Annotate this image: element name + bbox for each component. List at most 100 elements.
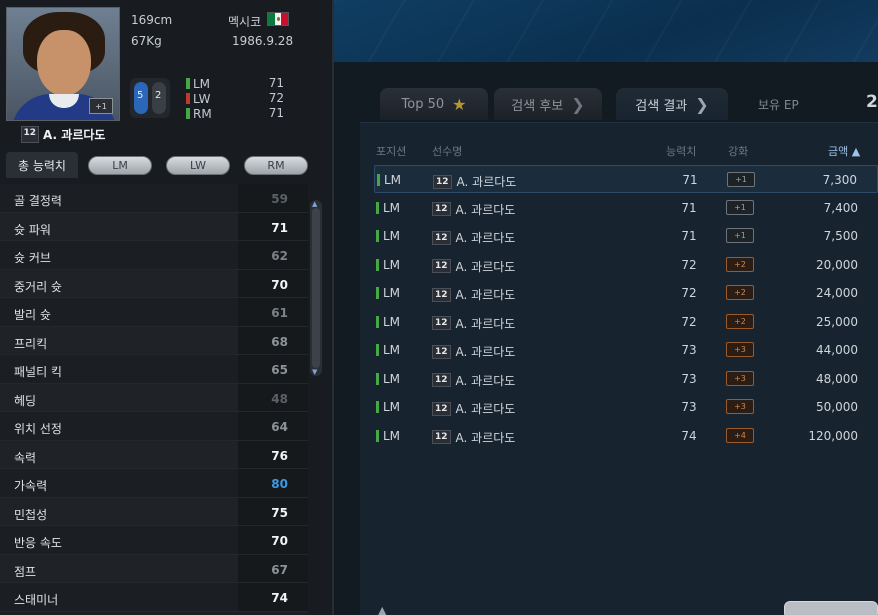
stat-row: 위치 선정 64 — [0, 412, 308, 441]
position-color-bar — [376, 372, 379, 385]
row-player: 12 A. 과르다도 — [432, 315, 515, 332]
player-nation: 멕시코 — [228, 15, 262, 29]
col-position[interactable]: 포지션 — [376, 143, 406, 159]
season-badge: 12 — [432, 373, 451, 387]
position-color-bar — [376, 258, 379, 271]
tab-rm[interactable]: RM — [244, 156, 308, 175]
stat-row: 가속력 80 — [0, 469, 308, 498]
table-row[interactable]: LM 12 A. 과르다도 73 +3 44,000 — [374, 336, 878, 364]
stat-label: 골 결정력 — [14, 194, 62, 208]
bottom-right-button[interactable] — [784, 601, 878, 615]
table-row[interactable]: LM 12 A. 과르다도 72 +2 24,000 — [374, 279, 878, 307]
position-value: 71 — [268, 106, 284, 120]
tab-top50-label: Top 50 — [401, 96, 445, 112]
stats-scrollbar[interactable]: ▲ ▼ — [310, 200, 322, 376]
tab-search-results[interactable]: 검색 결과 ❯ — [616, 88, 728, 120]
scroll-up-icon[interactable]: ▲ — [312, 200, 317, 208]
row-player-name: A. 과르다도 — [455, 402, 516, 416]
row-ovr: 71 — [681, 200, 697, 215]
stat-row: 스태미너 74 — [0, 583, 308, 612]
row-player: 12 A. 과르다도 — [432, 429, 515, 446]
row-player-name: A. 과르다도 — [455, 288, 516, 302]
col-price-sort[interactable]: 금액 ▲ — [828, 143, 860, 159]
tab-top50[interactable]: Top 50 ★ — [380, 88, 488, 120]
table-row[interactable]: LM 12 A. 과르다도 73 +3 48,000 — [374, 365, 878, 393]
row-enhance-badge: +2 — [726, 313, 754, 329]
row-enhance-badge: +3 — [726, 370, 754, 386]
stat-row: 프리킥 68 — [0, 326, 308, 355]
stat-label: 헤딩 — [14, 393, 37, 408]
enhance-tag: +1 — [89, 98, 113, 114]
row-ovr: 74 — [681, 428, 697, 443]
row-position: LM — [376, 400, 400, 414]
table-row[interactable]: LM 12 A. 과르다도 71 +1 7,300 — [374, 165, 878, 193]
player-photo: +1 — [6, 7, 120, 121]
stat-label: 점프 — [14, 564, 37, 579]
stat-label: 스태미너 — [14, 593, 59, 607]
row-ovr: 71 — [681, 229, 697, 243]
stat-row: 슛 파워 71 — [0, 212, 308, 241]
stat-label: 반응 속도 — [14, 536, 62, 550]
season-badge: 12 — [20, 126, 40, 143]
stat-value: 64 — [271, 420, 288, 434]
season-badge: 12 — [432, 316, 451, 330]
row-player-name: A. 과르다도 — [455, 259, 516, 274]
stat-row: 중거리 슛 70 — [0, 269, 308, 298]
stat-value: 59 — [271, 192, 288, 206]
chevron-right-icon: ❯ — [571, 94, 585, 114]
tab-lw[interactable]: LW — [166, 156, 230, 175]
table-row[interactable]: LM 12 A. 과르다도 72 +2 20,000 — [374, 251, 878, 279]
row-player: 12 A. 과르다도 — [432, 400, 515, 417]
season-badge: 12 — [433, 174, 452, 189]
row-position: LM — [376, 429, 400, 443]
stat-row: 점프 67 — [0, 554, 308, 583]
row-ovr: 72 — [681, 314, 697, 329]
row-player-name: A. 과르다도 — [455, 316, 516, 331]
row-price: 7,300 — [822, 173, 857, 187]
col-player[interactable]: 선수명 — [432, 143, 462, 159]
row-player-name: A. 과르다도 — [455, 430, 516, 445]
position-label: RM — [193, 106, 212, 121]
row-price: 120,000 — [808, 428, 858, 443]
season-badge: 12 — [432, 430, 451, 444]
row-position: LM — [376, 258, 400, 272]
scrollbar-thumb[interactable] — [312, 208, 320, 368]
stat-tabs: 총 능력치 LM LW RM — [0, 152, 334, 180]
stats-list: 골 결정력 59 슛 파워 71 슛 커브 62 중거리 슛 70 발리 슛 61 프리킥 68 패널티… — [0, 184, 308, 615]
player-panel: +1 12 A. 과르다도 169cm 멕시코 67Kg 1986.9.28 5… — [0, 0, 334, 615]
tab-search-candidates[interactable]: 검색 후보 ❯ — [494, 88, 602, 120]
scroll-down-icon[interactable]: ▼ — [312, 368, 317, 376]
col-ovr[interactable]: 능력치 — [666, 143, 696, 159]
foot-rating: 5 2 — [130, 78, 170, 118]
table-row[interactable]: LM 12 A. 과르다도 72 +2 25,000 — [374, 308, 878, 336]
position-color-bar — [376, 429, 379, 442]
stat-value: 65 — [271, 363, 288, 377]
table-row[interactable]: LM 12 A. 과르다도 74 +4 120,000 — [374, 422, 878, 450]
stat-value: 48 — [271, 391, 288, 406]
position-color-bar — [376, 344, 379, 356]
search-results-table: 포지션 선수명 능력치 강화 금액 ▲ LM 12 A. 과르다도 71 +1 7,300… — [360, 122, 878, 615]
stat-value: 71 — [271, 220, 288, 235]
row-player-name: A. 과르다도 — [455, 202, 516, 217]
stat-row: 민첩성 75 — [0, 497, 308, 526]
row-enhance-badge: +2 — [726, 256, 754, 272]
col-enhance[interactable]: 강화 — [728, 143, 748, 159]
position-color-bar — [186, 108, 190, 119]
table-row[interactable]: LM 12 A. 과르다도 71 +1 7,500 — [374, 222, 878, 250]
row-price: 7,500 — [823, 229, 858, 243]
table-row[interactable]: LM 12 A. 과르다도 73 +3 50,000 — [374, 393, 878, 421]
right-foot-icon: 2 — [152, 82, 166, 114]
left-foot-icon: 5 — [134, 82, 148, 114]
stat-value: 68 — [271, 334, 288, 349]
tab-total-stats[interactable]: 총 능력치 — [6, 152, 78, 178]
table-row[interactable]: LM 12 A. 과르다도 71 +1 7,400 — [374, 194, 878, 222]
header-background — [334, 0, 878, 62]
row-position: LM — [376, 315, 400, 329]
row-enhance-badge: +4 — [726, 427, 754, 443]
row-ovr: 73 — [681, 343, 697, 357]
row-ovr: 72 — [681, 286, 697, 300]
row-enhance-badge: +1 — [726, 228, 754, 243]
tab-lm[interactable]: LM — [88, 156, 152, 175]
stat-value: 62 — [271, 249, 288, 263]
position-color-bar — [376, 230, 379, 242]
